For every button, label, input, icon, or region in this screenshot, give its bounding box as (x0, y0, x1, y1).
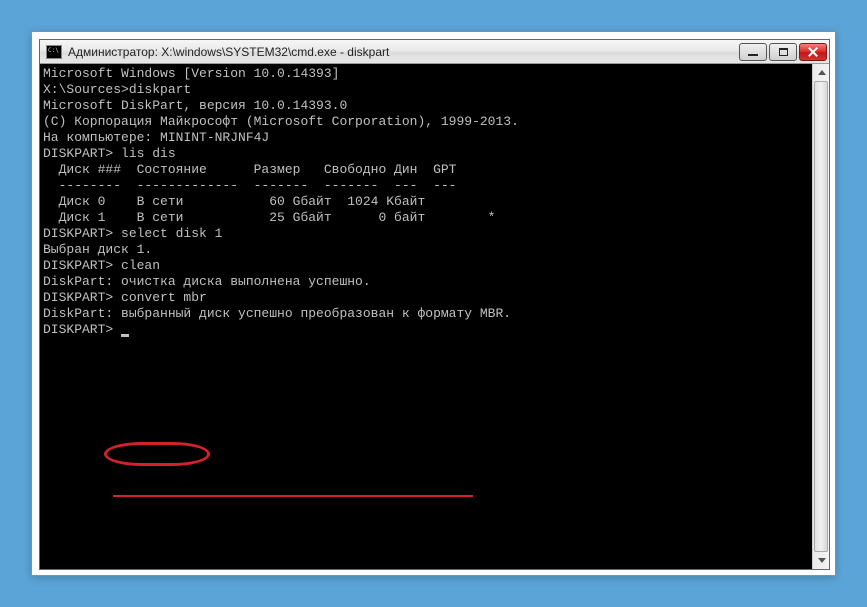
minimize-button[interactable] (739, 43, 767, 61)
terminal-line: Диск ### Состояние Размер Свободно Дин G… (43, 162, 809, 178)
terminal-line: -------- ------------- ------- ------- -… (43, 178, 809, 194)
terminal-line: DISKPART> select disk 1 (43, 226, 809, 242)
vertical-scrollbar[interactable] (812, 64, 829, 569)
close-button[interactable] (799, 43, 827, 61)
cursor (121, 334, 129, 337)
scroll-thumb[interactable] (814, 81, 828, 552)
window-title: Администратор: X:\windows\SYSTEM32\cmd.e… (68, 45, 739, 59)
titlebar[interactable]: Администратор: X:\windows\SYSTEM32\cmd.e… (40, 40, 829, 64)
screenshot-frame: Администратор: X:\windows\SYSTEM32\cmd.e… (31, 31, 836, 576)
terminal-line: DISKPART> convert mbr (43, 290, 809, 306)
window-controls (739, 43, 827, 61)
terminal-line: (C) Корпорация Майкрософт (Microsoft Cor… (43, 114, 809, 130)
underline-annotation (113, 495, 473, 497)
cmd-window: Администратор: X:\windows\SYSTEM32\cmd.e… (39, 39, 830, 570)
terminal-line: Выбран диск 1. (43, 242, 809, 258)
terminal-line: DISKPART> (43, 322, 809, 338)
scroll-down-button[interactable] (813, 552, 830, 569)
terminal-line: DiskPart: очистка диска выполнена успешн… (43, 274, 809, 290)
terminal-line: Диск 1 В сети 25 Gбайт 0 байт * (43, 210, 809, 226)
terminal-line: Microsoft Windows [Version 10.0.14393] (43, 66, 809, 82)
terminal-line: X:\Sources>diskpart (43, 82, 809, 98)
cmd-icon (46, 45, 62, 59)
terminal-container: Microsoft Windows [Version 10.0.14393]X:… (40, 64, 829, 569)
terminal-output[interactable]: Microsoft Windows [Version 10.0.14393]X:… (40, 64, 812, 569)
maximize-button[interactable] (769, 43, 797, 61)
terminal-line: DiskPart: выбранный диск успешно преобра… (43, 306, 809, 322)
scroll-up-button[interactable] (813, 64, 830, 81)
terminal-line: DISKPART> clean (43, 258, 809, 274)
terminal-line: На компьютере: MININT-NRJNF4J (43, 130, 809, 146)
highlight-oval-annotation (104, 442, 210, 466)
terminal-line: DISKPART> lis dis (43, 146, 809, 162)
terminal-line: Microsoft DiskPart, версия 10.0.14393.0 (43, 98, 809, 114)
terminal-line: Диск 0 В сети 60 Gбайт 1024 Kбайт (43, 194, 809, 210)
